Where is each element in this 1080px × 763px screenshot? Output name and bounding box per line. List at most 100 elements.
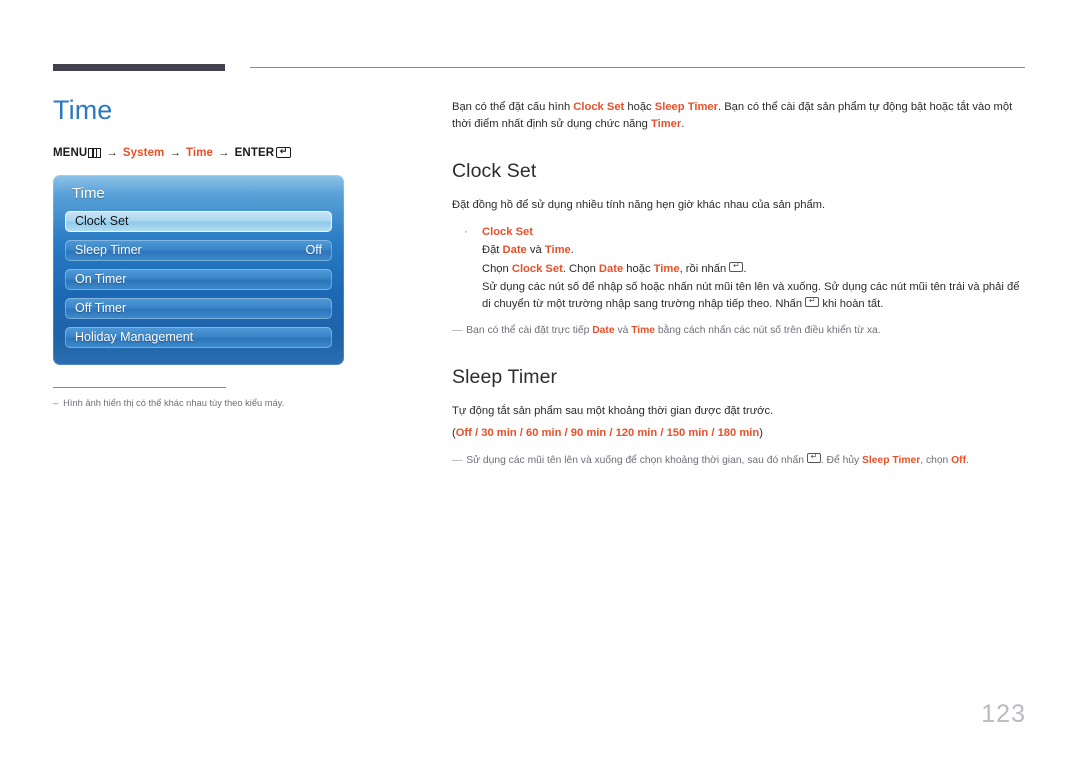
option-separator: / <box>708 426 718 439</box>
sleep-timer-options: (Off / 30 min / 60 min / 90 min / 120 mi… <box>452 425 1025 442</box>
option-separator: / <box>606 426 616 439</box>
option-off: Off <box>455 426 472 439</box>
breadcrumb-arrow-1: → <box>106 146 118 159</box>
sleep-timer-body: Tự động tắt sản phẩm sau một khoảng thời… <box>452 405 774 417</box>
bullet-line-2: Chọn Clock Set. Chọn Date hoặc Time, rồi… <box>482 261 1025 278</box>
cn-b: và <box>614 325 632 336</box>
option-separator: / <box>657 426 667 439</box>
menu-path-enter-label: ENTER <box>234 146 275 159</box>
osd-row-off-timer[interactable]: Off Timer <box>65 297 332 319</box>
left-note-divider <box>53 386 226 388</box>
bullet-header: · Clock Set <box>464 224 1025 241</box>
intro-keyword-sleep-timer: Sleep Timer <box>654 101 718 113</box>
osd-row-label: Holiday Management <box>75 330 194 345</box>
clock-set-body: Đặt đồng hồ để sử dụng nhiều tính năng h… <box>452 199 826 211</box>
option-separator: / <box>561 426 571 439</box>
option-30-min: 30 min <box>481 426 517 439</box>
header-rule-thin <box>250 67 1025 68</box>
page-number: 123 <box>981 700 1026 728</box>
options-list: Off / 30 min / 60 min / 90 min / 120 min… <box>456 427 760 439</box>
osd-row-on-timer[interactable]: On Timer <box>65 268 332 290</box>
sn-c: , chọn <box>920 454 952 466</box>
bl2-keyword-clock-set: Clock Set <box>511 262 563 275</box>
menu-path-step-system: System <box>122 146 165 159</box>
footnote-dash: – <box>53 397 59 408</box>
bullet-label-clock-set: Clock Set <box>482 225 533 238</box>
enter-return-icon: ↵ <box>805 296 820 307</box>
bl2-a: Chọn <box>482 262 512 275</box>
osd-row-label: Clock Set <box>75 214 129 229</box>
note-emdash: — <box>452 325 463 336</box>
option-60-min: 60 min <box>526 426 562 439</box>
bl1-a: Đặt <box>482 244 503 256</box>
bl1-c: . <box>570 244 574 256</box>
bullet-lines: Đặt Date và Time. Chọn Clock Set. Chọn D… <box>464 242 1025 312</box>
sn-keyword-off: Off <box>951 454 967 466</box>
osd-row-label: Off Timer <box>75 301 127 316</box>
bl2-d: , rồi nhấn <box>679 262 730 275</box>
page-title: Time <box>53 95 113 125</box>
cn-c: bằng cách nhấn các nút số trên điều khiể… <box>655 325 881 336</box>
clock-set-bullet-block: · Clock Set Đặt Date và Time. Chọn Clock… <box>452 224 1025 313</box>
cn-keyword-time: Time <box>631 325 656 336</box>
note-body: Sử dụng các mũi tên lên và xuống để chọn… <box>466 452 969 468</box>
menu-path-step-time: Time <box>186 146 214 159</box>
intro-text-1: Bạn có thể đặt cấu hình <box>452 101 574 113</box>
osd-row-holiday-management[interactable]: Holiday Management <box>65 326 332 348</box>
bl2-e: . <box>743 262 747 275</box>
footnote-text: Hình ảnh hiển thị có thể khác nhau tùy t… <box>63 397 285 408</box>
bl2-c: hoặc <box>623 262 654 275</box>
bullet-line-3: Sử dụng các nút số để nhập số hoặc nhấn … <box>482 279 1025 312</box>
bullet-dot-icon: · <box>464 225 468 238</box>
bl1-keyword-time: Time <box>544 244 571 256</box>
osd-row-sleep-timer[interactable]: Sleep Timer Off <box>65 239 332 261</box>
note-emdash: — <box>452 454 463 466</box>
osd-panel-title: Time <box>72 184 105 202</box>
clock-set-note: — Bạn có thể cài đặt trực tiếp Date và T… <box>452 323 1025 338</box>
bl2-keyword-time: Time <box>653 262 680 275</box>
bl3-text: Sử dụng các nút số để nhập số hoặc nhấn … <box>482 281 1020 310</box>
menu-grid-icon <box>88 147 102 158</box>
option-separator: / <box>471 426 482 439</box>
sn-a: Sử dụng các mũi tên lên và xuống để chọn… <box>466 454 807 466</box>
sn-b: . Để hủy <box>820 454 863 466</box>
sn-d: . <box>966 454 969 466</box>
osd-row-label: Sleep Timer <box>75 243 142 258</box>
bl2-keyword-date: Date <box>598 262 624 275</box>
menu-path-menu-label: MENU <box>53 146 88 159</box>
right-column: Bạn có thể đặt cấu hình Clock Set hoặc S… <box>452 99 1025 468</box>
header-rule-thick <box>53 64 225 71</box>
breadcrumb-arrow-2: → <box>169 146 181 159</box>
breadcrumb-arrow-3: → <box>218 146 230 159</box>
sn-keyword-sleep-timer: Sleep Timer <box>862 454 921 466</box>
option-150-min: 150 min <box>666 426 709 439</box>
left-footnote: – Hình ảnh hiển thị có thể khác nhau tùy… <box>53 397 413 410</box>
enter-return-icon: ↵ <box>729 261 744 272</box>
cn-a: Bạn có thể cài đặt trực tiếp <box>466 325 593 336</box>
intro-keyword-clock-set: Clock Set <box>573 101 625 113</box>
bl1-keyword-date: Date <box>502 244 527 256</box>
intro-text-4: . <box>681 117 685 130</box>
osd-menu-panel: Time Clock Set Sleep Timer Off On Timer … <box>53 174 344 365</box>
osd-row-clock-set[interactable]: Clock Set <box>65 210 332 232</box>
sleep-timer-note: — Sử dụng các mũi tên lên và xuống để ch… <box>452 452 1025 468</box>
enter-return-icon: ↵ <box>806 452 821 463</box>
bullet-line-1: Đặt Date và Time. <box>482 242 1025 259</box>
left-column: Time MENU → System → Time → ENTER ↵ Time… <box>53 95 413 410</box>
options-close-paren: ) <box>759 426 763 439</box>
bl2-b: . Chọn <box>562 262 599 275</box>
section-heading-sleep-timer: Sleep Timer <box>452 366 558 388</box>
intro-text-2: hoặc <box>624 101 655 113</box>
option-separator: / <box>516 426 526 439</box>
enter-return-icon: ↵ <box>276 147 292 159</box>
bl1-b: và <box>526 244 545 256</box>
option-180-min: 180 min <box>717 426 760 439</box>
cn-keyword-date: Date <box>592 325 615 336</box>
intro-keyword-timer: Timer <box>650 117 682 130</box>
note-body: Bạn có thể cài đặt trực tiếp Date và Tim… <box>466 323 880 338</box>
option-90-min: 90 min <box>570 426 607 439</box>
osd-row-label: On Timer <box>75 272 127 287</box>
osd-row-value: Off <box>305 243 322 258</box>
menu-path-breadcrumb: MENU → System → Time → ENTER ↵ <box>53 147 413 159</box>
option-120-min: 120 min <box>615 426 658 439</box>
